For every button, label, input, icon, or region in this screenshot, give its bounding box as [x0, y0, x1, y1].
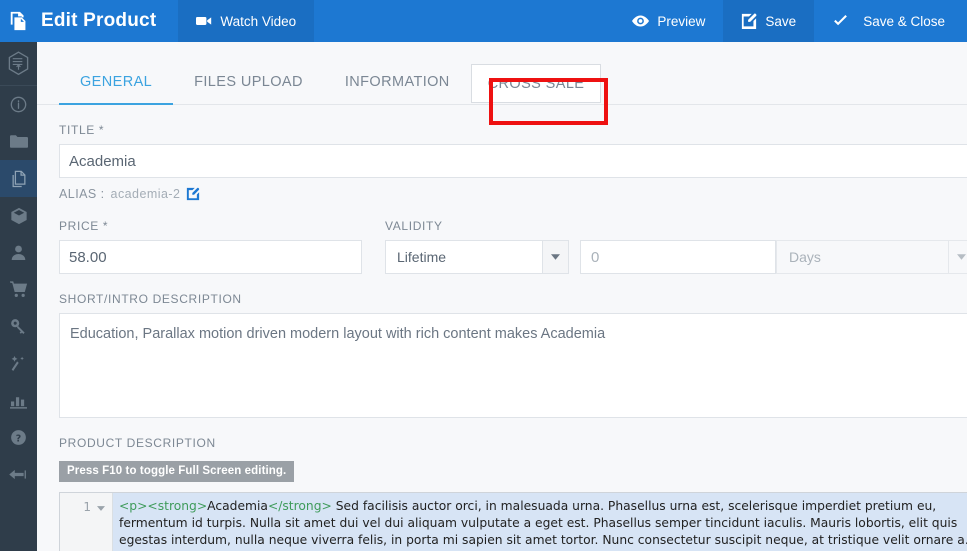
eye-icon [632, 15, 649, 27]
sidebar-item-licenses[interactable] [0, 308, 37, 345]
box-icon [10, 207, 28, 225]
product-form: TITLE * Academia ALIAS : academia-2 PRIC… [37, 123, 967, 551]
code-line-2: fermentum id turpis. Nulla sit amet dui … [119, 515, 967, 532]
svg-text:?: ? [16, 433, 21, 444]
editor-line-number: 1 [83, 500, 91, 514]
short-description-label: SHORT/INTRO DESCRIPTION [59, 292, 967, 306]
main-content: GENERAL FILES UPLOAD INFORMATION CROSS S… [37, 42, 967, 551]
arrow-left-icon [9, 468, 28, 481]
validity-unit-caret-down-icon [949, 240, 967, 274]
save-and-close-button[interactable]: Save & Close [814, 0, 967, 42]
sidebar: ? [0, 42, 37, 551]
price-validity-row: PRICE * 58.00 VALIDITY Lifetime 0 Days [59, 201, 967, 274]
sidebar-brand-hexagon-icon[interactable] [0, 42, 37, 86]
editor-gutter: 1 [60, 493, 113, 551]
alias-label: ALIAS : [59, 187, 105, 201]
code-rest-line-1: Sed facilisis auctor orci, in malesuada … [332, 499, 936, 513]
code-line-1: <p><strong>Academia</strong> Sed facilis… [119, 498, 967, 515]
info-circle-icon [10, 96, 27, 113]
alias-value: academia-2 [111, 187, 181, 201]
editor-line-number-row[interactable]: 1 [60, 498, 112, 515]
save-label: Save [765, 14, 796, 29]
tab-information-label: INFORMATION [345, 74, 450, 90]
tab-cross-sale-label: CROSS SALE [488, 76, 585, 92]
tab-general-label: GENERAL [80, 74, 152, 90]
fullscreen-hint-tooltip: Press F10 to toggle Full Screen editing. [59, 461, 294, 482]
code-line-3: egestas interdum, nulla neque viverra fe… [119, 532, 967, 549]
editor-code-area[interactable]: <p><strong>Academia</strong> Sed facilis… [113, 493, 967, 551]
title-label: TITLE * [59, 123, 967, 137]
code-bold-word: Academia [207, 499, 268, 513]
code-open-tag: <p><strong> [119, 499, 207, 513]
sidebar-item-orders[interactable] [0, 271, 37, 308]
price-field-group: PRICE * 58.00 [59, 201, 362, 274]
watch-video-button[interactable]: Watch Video [178, 0, 314, 42]
caret-down-icon[interactable] [97, 500, 105, 514]
code-close-tag: </strong> [268, 499, 332, 513]
sidebar-item-help[interactable]: ? [0, 419, 37, 456]
preview-label: Preview [657, 14, 705, 29]
user-icon [10, 244, 27, 261]
top-bar: Edit Product Watch Video Preview Save [0, 0, 967, 42]
tab-information[interactable]: INFORMATION [324, 74, 471, 104]
sidebar-item-back[interactable] [0, 456, 37, 493]
validity-label: VALIDITY [385, 219, 967, 233]
file-copy-icon [10, 170, 28, 188]
app-logo-icon [0, 0, 37, 42]
pencil-square-icon [741, 13, 757, 29]
product-description-code-editor[interactable]: 1 <p><strong>Academia</strong> Sed facil… [59, 492, 967, 551]
alias-row: ALIAS : academia-2 [59, 187, 967, 201]
video-camera-icon [196, 15, 212, 27]
sidebar-item-products[interactable] [0, 160, 37, 197]
save-and-close-label: Save & Close [863, 14, 945, 29]
key-icon [10, 318, 27, 335]
sidebar-item-subscribers[interactable] [0, 234, 37, 271]
preview-button[interactable]: Preview [614, 0, 723, 42]
validity-unit-select: Days [776, 240, 949, 274]
product-description-label: PRODUCT DESCRIPTION [59, 436, 967, 450]
sidebar-item-dashboard[interactable] [0, 86, 37, 123]
tab-bar: GENERAL FILES UPLOAD INFORMATION CROSS S… [37, 58, 967, 105]
tab-files-upload-label: FILES UPLOAD [194, 74, 303, 90]
sidebar-item-packages[interactable] [0, 197, 37, 234]
short-description-textarea[interactable]: Education, Parallax motion driven modern… [59, 313, 967, 418]
sidebar-item-reports[interactable] [0, 382, 37, 419]
validity-type-caret-down-icon[interactable] [543, 240, 569, 274]
price-input[interactable]: 58.00 [59, 240, 362, 274]
question-circle-icon: ? [10, 429, 27, 446]
sidebar-item-tools[interactable] [0, 345, 37, 382]
tab-cross-sale[interactable]: CROSS SALE [471, 64, 602, 103]
folder-icon [10, 134, 28, 149]
validity-type-select[interactable]: Lifetime [385, 240, 543, 274]
topbar-spacer [314, 0, 614, 42]
tab-files-upload[interactable]: FILES UPLOAD [173, 74, 324, 104]
validity-field-group: VALIDITY Lifetime 0 Days [385, 201, 967, 274]
validity-amount-input[interactable]: 0 [580, 240, 776, 274]
page-title: Edit Product [37, 0, 178, 42]
watch-video-label: Watch Video [220, 14, 296, 29]
sidebar-item-categories[interactable] [0, 123, 37, 160]
edit-pencil-icon[interactable] [186, 187, 200, 201]
price-label: PRICE * [59, 219, 362, 233]
bar-chart-icon [10, 393, 27, 409]
title-input[interactable]: Academia [59, 144, 967, 178]
save-button[interactable]: Save [723, 0, 814, 42]
check-icon [832, 15, 849, 28]
tab-general[interactable]: GENERAL [59, 74, 173, 104]
validity-controls: Lifetime 0 Days [385, 240, 967, 274]
shopping-cart-icon [10, 281, 28, 298]
magic-wand-icon [10, 355, 27, 372]
